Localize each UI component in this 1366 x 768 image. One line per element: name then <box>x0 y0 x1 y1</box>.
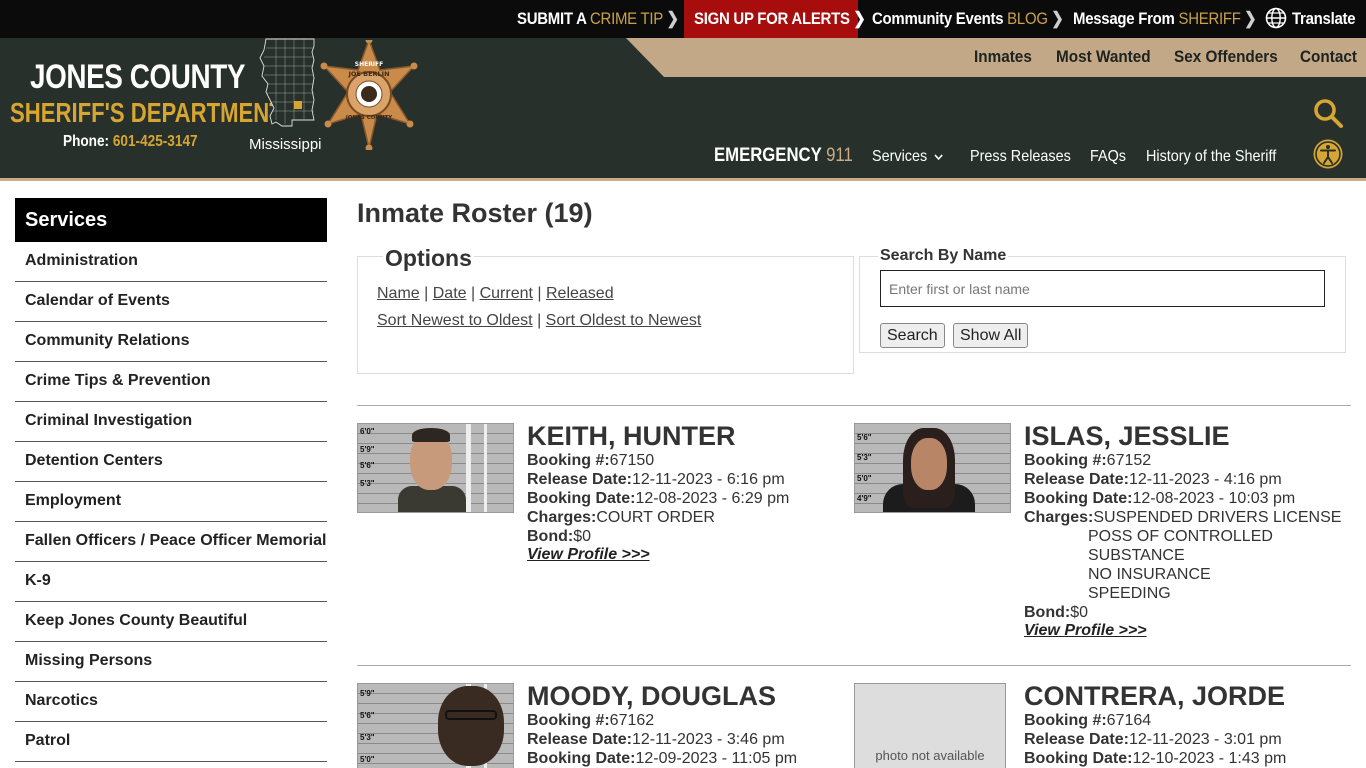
sidebar-item-k9[interactable]: K-9 <box>15 562 327 602</box>
nav-faqs[interactable]: FAQs <box>1090 148 1126 166</box>
inmate-photo[interactable]: 5'9" 5'6" 5'3" 5'0" <box>357 683 514 768</box>
release-date: Release Date:12-11-2023 - 3:46 pm <box>527 731 785 748</box>
sidebar-item-community-relations[interactable]: Community Relations <box>15 322 327 362</box>
community-events-blog-link[interactable]: Community Events BLOG ❯ <box>872 0 1064 38</box>
sidebar-item-missing-persons[interactable]: Missing Persons <box>15 642 327 682</box>
chevron-right-icon: ❯ <box>1244 9 1257 28</box>
translate-link[interactable]: Translate <box>1292 0 1356 38</box>
mississippi-map-icon <box>259 38 315 127</box>
booking-date: Booking Date:12-09-2023 - 11:05 pm <box>527 750 798 767</box>
submit-crime-tip-link[interactable]: SUBMIT A CRIME TIP ❯ <box>517 0 679 38</box>
sidebar-item-crime-tips[interactable]: Crime Tips & Prevention <box>15 362 327 402</box>
search-button[interactable]: Search <box>880 323 945 348</box>
filter-date-link[interactable]: Date <box>433 285 467 302</box>
charge-item: NO INSURANCE <box>1088 566 1211 583</box>
options-legend: Options <box>383 245 474 272</box>
sidebar-item-criminal-investigation[interactable]: Criminal Investigation <box>15 402 327 442</box>
sidebar-menu: Administration Calendar of Events Commun… <box>15 242 327 762</box>
sort-oldest-link[interactable]: Sort Oldest to Newest <box>546 312 702 329</box>
sidebar-item-keep-beautiful[interactable]: Keep Jones County Beautiful <box>15 602 327 642</box>
view-profile-link[interactable]: View Profile >>> <box>1024 622 1147 640</box>
bond: Bond:$0 <box>1024 604 1088 621</box>
release-date: Release Date:12-11-2023 - 4:16 pm <box>1024 471 1282 488</box>
inmate-photo-placeholder[interactable]: photo not available <box>854 683 1006 768</box>
booking-number: Booking #:67150 <box>527 452 655 469</box>
sidebar-item-calendar[interactable]: Calendar of Events <box>15 282 327 322</box>
view-profile-link[interactable]: View Profile >>> <box>527 546 650 564</box>
charge-item: SUBSTANCE <box>1088 547 1185 564</box>
nav-sex-offenders[interactable]: Sex Offenders <box>1174 47 1278 67</box>
charges: Charges:COURT ORDER <box>527 509 715 526</box>
nav-most-wanted[interactable]: Most Wanted <box>1056 47 1151 67</box>
sidebar-heading: Services <box>15 198 327 242</box>
accessibility-icon[interactable] <box>1312 138 1344 170</box>
bond: Bond:$0 <box>527 528 591 545</box>
nav-contact[interactable]: Contact <box>1300 47 1357 67</box>
nav-history[interactable]: History of the Sheriff <box>1146 148 1276 166</box>
release-date: Release Date:12-11-2023 - 6:16 pm <box>527 471 785 488</box>
emergency-number[interactable]: EMERGENCY 911 <box>714 145 853 167</box>
filter-name-link[interactable]: Name <box>377 285 420 302</box>
sign-up-alerts-link[interactable]: SIGN UP FOR ALERTS ❯ <box>694 0 866 38</box>
sidebar-item-employment[interactable]: Employment <box>15 482 327 522</box>
logo-title[interactable]: JONES COUNTY <box>30 58 245 97</box>
sheriff-badge-icon: SHERIFF JOE BERLIN JONES COUNTY <box>320 40 418 150</box>
globe-icon[interactable] <box>1265 7 1287 29</box>
filter-current-link[interactable]: Current <box>480 285 533 302</box>
booking-date: Booking Date:12-08-2023 - 10:03 pm <box>1024 490 1296 507</box>
chevron-down-icon <box>934 154 943 161</box>
inmate-name[interactable]: MOODY, DOUGLAS <box>527 681 776 712</box>
nav-inmates[interactable]: Inmates <box>974 47 1032 67</box>
no-photo-text: photo not available <box>875 748 985 763</box>
inmate-name[interactable]: KEITH, HUNTER <box>527 421 736 452</box>
search-legend: Search By Name <box>878 247 1009 265</box>
logo-subtitle[interactable]: SHERIFF'S DEPARTMENT <box>10 97 283 129</box>
sidebar-item-narcotics[interactable]: Narcotics <box>15 682 327 722</box>
inmate-photo[interactable]: 5'6" 5'3" 5'0" 4'9" <box>854 423 1011 513</box>
filter-released-link[interactable]: Released <box>546 285 614 302</box>
filter-links: Name | Date | Current | Released <box>377 285 614 302</box>
roster-divider <box>357 665 1351 666</box>
sort-links: Sort Newest to Oldest | Sort Oldest to N… <box>377 312 702 329</box>
badge-top-text: SHERIFF <box>355 61 384 68</box>
search-icon[interactable] <box>1312 97 1344 129</box>
inmate-name[interactable]: ISLAS, JESSLIE <box>1024 421 1230 452</box>
release-date: Release Date:12-11-2023 - 3:01 pm <box>1024 731 1282 748</box>
message-from-sheriff-link[interactable]: Message From SHERIFF ❯ <box>1073 0 1257 38</box>
chevron-right-icon: ❯ <box>666 9 680 28</box>
booking-number: Booking #:67152 <box>1024 452 1152 469</box>
badge-bottom-text: JONES COUNTY <box>345 115 393 121</box>
inmate-name[interactable]: CONTRERA, JORDE <box>1024 681 1285 712</box>
booking-number: Booking #:67164 <box>1024 712 1152 729</box>
sort-newest-link[interactable]: Sort Newest to Oldest <box>377 312 533 329</box>
charge-item: SPEEDING <box>1088 585 1171 602</box>
nav-services[interactable]: Services <box>872 148 943 166</box>
state-label: Mississippi <box>249 136 322 153</box>
booking-number: Booking #:67162 <box>527 712 655 729</box>
inmate-photo[interactable]: 6'0" 5'9" 5'6" 5'3" <box>357 423 514 513</box>
search-input[interactable] <box>880 270 1325 307</box>
booking-date: Booking Date:12-10-2023 - 1:43 pm <box>1024 750 1287 767</box>
show-all-button[interactable]: Show All <box>953 323 1029 348</box>
sidebar-item-administration[interactable]: Administration <box>15 242 327 282</box>
chevron-right-icon: ❯ <box>1051 9 1064 28</box>
badge-name-text: JOE BERLIN <box>347 70 389 78</box>
booking-date: Booking Date:12-08-2023 - 6:29 pm <box>527 490 790 507</box>
roster-divider <box>357 405 1351 406</box>
header-phone[interactable]: Phone: 601-425-3147 <box>63 133 198 151</box>
charge-item: POSS OF CONTROLLED <box>1088 528 1273 545</box>
sidebar-item-patrol[interactable]: Patrol <box>15 722 327 762</box>
sidebar-item-detention-centers[interactable]: Detention Centers <box>15 442 327 482</box>
nav-press-releases[interactable]: Press Releases <box>970 148 1071 166</box>
header-divider <box>0 178 1366 181</box>
page-title: Inmate Roster (19) <box>357 198 593 228</box>
chevron-right-icon: ❯ <box>853 9 866 28</box>
sidebar-item-fallen-officers[interactable]: Fallen Officers / Peace Officer Memorial <box>15 522 327 562</box>
charges: Charges:SUSPENDED DRIVERS LICENSE <box>1024 509 1342 526</box>
